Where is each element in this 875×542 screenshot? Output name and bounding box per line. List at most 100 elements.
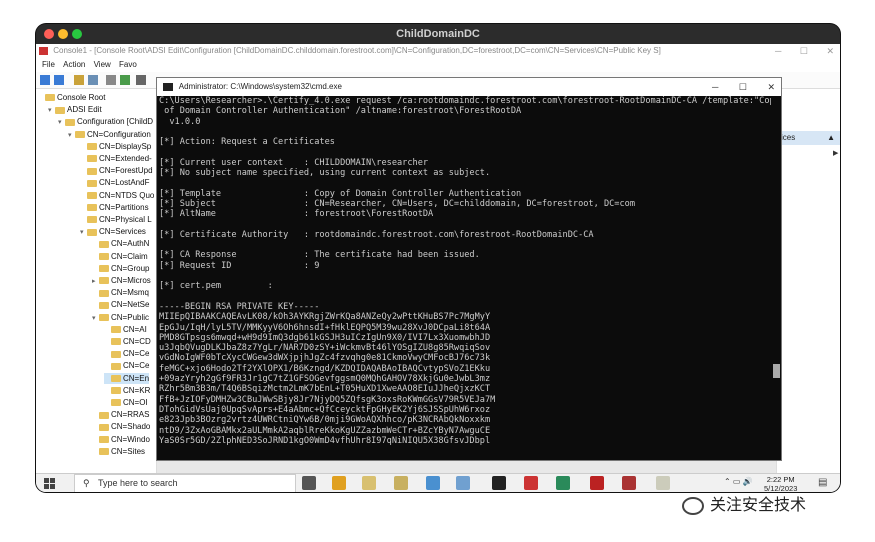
folder-icon <box>99 411 109 419</box>
powershell-icon[interactable] <box>456 476 470 490</box>
cmd-scrollbar[interactable] <box>771 96 781 460</box>
expand-arrow-icon[interactable]: ▾ <box>58 117 65 128</box>
mmc-maximize-icon[interactable]: ☐ <box>800 46 808 56</box>
menu-file[interactable]: File <box>42 60 55 69</box>
tree-item[interactable]: CN=Claim <box>92 251 148 262</box>
tree-item-label: CN=CD <box>123 337 151 346</box>
cmd-minimize-icon[interactable]: ─ <box>712 82 718 92</box>
expand-arrow-icon[interactable]: ▾ <box>68 130 75 141</box>
tree-item[interactable]: CN=CD <box>104 336 151 347</box>
tree-item[interactable]: CN=Shado <box>92 421 150 432</box>
tree-item[interactable]: CN=AuthN <box>92 238 149 249</box>
task-view-icon[interactable] <box>302 476 316 490</box>
tree-item[interactable]: CN=OI <box>104 397 148 408</box>
tree-item-label: CN=Claim <box>111 251 148 261</box>
tree-item[interactable]: CN=NTDS Quo <box>80 190 154 201</box>
tree-item[interactable]: ▾ Configuration [ChildD <box>58 116 153 127</box>
cmd-app-icon <box>163 82 173 91</box>
tree-item[interactable]: ▾ CN=Configuration <box>68 129 151 140</box>
minimize-icon[interactable] <box>58 29 68 39</box>
tree-item[interactable]: CN=Windo <box>92 434 150 445</box>
expand-arrow-icon[interactable]: ▸ <box>92 276 99 287</box>
menu-favorites[interactable]: Favo <box>119 60 137 69</box>
folder-icon <box>111 338 121 346</box>
tree-item[interactable]: CN=Extended- <box>80 153 152 164</box>
tree-item[interactable]: CN=Group <box>92 263 149 274</box>
tree-item[interactable]: CN=En <box>104 372 150 384</box>
taskbar-clock[interactable]: 2:22 PM 5/12/2023 <box>764 475 797 492</box>
mmc-close-icon[interactable]: ✕ <box>826 46 834 56</box>
close-icon[interactable] <box>44 29 54 39</box>
tree-item[interactable]: CN=KR <box>104 385 150 396</box>
back-icon[interactable] <box>40 75 50 85</box>
certsrv-taskbar-icon[interactable] <box>590 476 604 490</box>
tree-item[interactable]: CN=Ce <box>104 360 149 371</box>
notepad-icon[interactable] <box>394 476 408 490</box>
tree-item[interactable]: ▾ CN=Public <box>92 312 149 323</box>
tree-item[interactable]: CN=AI <box>104 324 147 335</box>
windows-start-icon[interactable] <box>44 478 55 489</box>
system-tray[interactable]: ⌃ ▭ 🔊 <box>724 477 753 486</box>
tree-item[interactable]: CN=Physical L <box>80 214 152 225</box>
expand-arrow-icon[interactable]: ▾ <box>92 313 99 324</box>
submenu-arrow-icon[interactable]: ▶ <box>833 149 838 157</box>
tree-item[interactable]: Console Root <box>38 92 105 103</box>
tree-item[interactable]: ▸ CN=Micros <box>92 275 151 286</box>
tree-item[interactable]: CN=NetSe <box>92 299 149 310</box>
console-line: ntD9/3ZxAoGBAMkx2aULMmkA2aqblRreKkoKgUZZ… <box>159 425 491 436</box>
mmc-titlebar: Console1 - [Console Root\ADSI Edit\Confi… <box>36 44 840 58</box>
folder-icon <box>111 326 121 334</box>
tree-item[interactable]: CN=DisplaySp <box>80 141 151 152</box>
mmc-minimize-icon[interactable]: ─ <box>775 46 781 56</box>
console-line: v1.0.0 <box>159 116 201 127</box>
forward-icon[interactable] <box>54 75 64 85</box>
mmc-taskbar-icon[interactable] <box>524 476 538 490</box>
cmd-maximize-icon[interactable]: ☐ <box>739 82 747 92</box>
tree-item[interactable]: CN=Ce <box>104 348 149 359</box>
app-taskbar-icon[interactable] <box>556 476 570 490</box>
tree-item-label: CN=Micros <box>111 276 151 285</box>
server-manager-icon[interactable] <box>426 476 440 490</box>
refresh-icon[interactable] <box>120 75 130 85</box>
scrollbar-thumb[interactable] <box>773 364 780 378</box>
file-explorer-icon[interactable] <box>332 476 346 490</box>
host-title: ChildDomainDC <box>396 28 480 40</box>
expand-arrow-icon[interactable]: ▾ <box>48 105 55 116</box>
taskbar-search-box[interactable]: ⚲ Type here to search <box>74 474 296 492</box>
console-output[interactable]: C:\Users\Researcher>.\Certify_4.0.exe re… <box>157 96 771 460</box>
document-taskbar-icon[interactable] <box>656 476 670 490</box>
maximize-icon[interactable] <box>72 29 82 39</box>
actions-header[interactable]: vices ▲ <box>777 131 840 145</box>
properties-icon[interactable] <box>106 75 116 85</box>
cmd-close-icon[interactable]: ✕ <box>767 82 775 92</box>
menu-view[interactable]: View <box>94 60 111 69</box>
tree-item[interactable]: CN=Sites <box>92 446 145 457</box>
actions-pane: vices ▲ ▶ <box>776 89 840 473</box>
menu-action[interactable]: Action <box>63 60 85 69</box>
tree-item[interactable]: ▾ ADSI Edit <box>48 104 102 115</box>
help-icon[interactable] <box>136 75 146 85</box>
folder-icon[interactable] <box>362 476 376 490</box>
tree-item[interactable]: CN=Msmq <box>92 287 149 298</box>
folder-icon <box>87 143 97 151</box>
tree-item[interactable]: CN=LostAndF <box>80 177 149 188</box>
console-line: u3JqbQVugDLKJbaZ8z7YgLr/NAR7D0zSY+iWckmv… <box>159 343 491 354</box>
folder-icon <box>87 216 97 224</box>
certtmpl-taskbar-icon[interactable] <box>622 476 636 490</box>
show-tree-icon[interactable] <box>88 75 98 85</box>
console-line: +09azYryh2gGf9FR3Jr1gC7tZ1GFSOGevfggsmQ0… <box>159 374 491 385</box>
folder-icon <box>99 423 109 431</box>
notification-icon[interactable]: ▤ <box>818 477 827 488</box>
collapse-arrow-icon[interactable]: ▲ <box>827 131 835 145</box>
cmd-window-buttons: ─ ☐ ✕ <box>694 78 775 96</box>
up-folder-icon[interactable] <box>74 75 84 85</box>
cmd-taskbar-icon[interactable] <box>492 476 506 490</box>
tree-item[interactable]: CN=RRAS <box>92 409 149 420</box>
expand-arrow-icon[interactable]: ▾ <box>80 227 87 238</box>
tree-item[interactable]: CN=ForestUpd <box>80 165 153 176</box>
tree-item[interactable]: CN=Partitions <box>80 202 149 213</box>
tree-item[interactable]: ▾ CN=Services <box>80 226 146 237</box>
console-line: RZhr5Bm3B3m/T4Q6BSqizMctm2LmK7bEnL+T05Hu… <box>159 384 491 395</box>
